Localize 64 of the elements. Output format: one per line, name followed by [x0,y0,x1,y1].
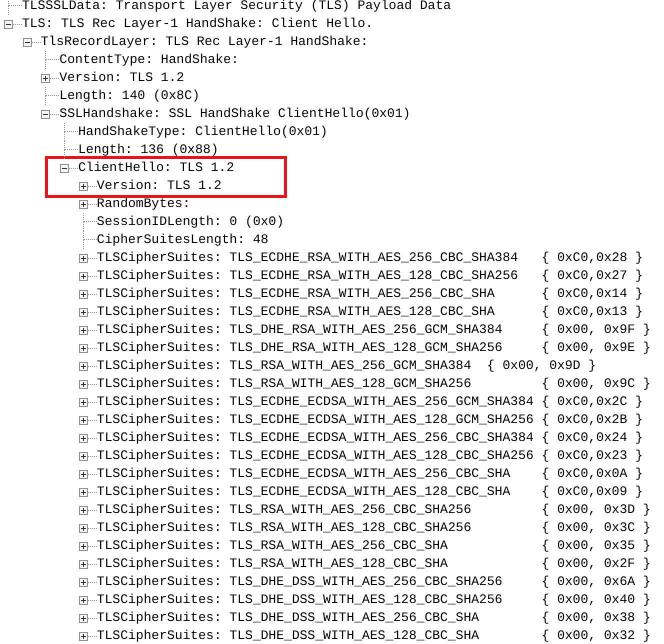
tree-node-label[interactable]: TLSCipherSuites: TLS_DHE_DSS_WITH_AES_128_CBC_SHA { 0x00, 0x32 } [96,627,651,644]
tree-node-label[interactable]: TLSCipherSuites: TLS_ECDHE_RSA_WITH_AES_256_CBC_SHA { 0xC0,0x14 } [96,285,643,303]
tree-node-label[interactable]: TLSCipherSuites: TLS_DHE_DSS_WITH_AES_256_CBC_SHA256 { 0x00, 0x6A } [96,573,651,591]
plus-box-icon[interactable] [78,506,88,514]
plus-box-icon[interactable] [78,398,88,406]
plus-box-icon[interactable] [78,290,88,298]
tree-node-label[interactable]: TLSCipherSuites: TLS_DHE_RSA_WITH_AES_256_GCM_SHA384 { 0x00, 0x9F } [96,321,651,339]
tree-node-label[interactable]: TLSCipherSuites: TLS_ECDHE_ECDSA_WITH_AES_256_CBC_SHA384 { 0xC0,0x24 } [96,429,643,447]
plus-box-icon[interactable] [78,560,88,568]
tree-node-label[interactable]: TLSCipherSuites: TLS_DHE_DSS_WITH_AES_128_CBC_SHA256 { 0x00, 0x40 } [96,591,651,609]
minus-box-icon[interactable] [41,110,50,118]
plus-box-icon[interactable] [41,74,50,82]
tree-node-label[interactable]: TLSCipherSuites: TLS_ECDHE_RSA_WITH_AES_256_CBC_SHA384 { 0xC0,0x28 } [96,249,643,267]
plus-box-icon[interactable] [78,362,88,370]
minus-box-icon[interactable] [22,38,32,46]
tree-node-label[interactable]: TLS: TLS Rec Layer-1 HandShake: Client Hello. [22,15,374,33]
tree-node-label[interactable]: TLSCipherSuites: TLS_DHE_RSA_WITH_AES_128_GCM_SHA256 { 0x00, 0x9E } [96,339,651,357]
plus-box-icon[interactable] [78,254,88,262]
tree-node-label[interactable]: ClientHello: TLS 1.2 [78,159,234,177]
plus-box-icon[interactable] [78,596,88,604]
tree-node-label[interactable]: TLSCipherSuites: TLS_RSA_WITH_AES_128_GCM_SHA256 { 0x00, 0x9C } [96,375,651,393]
tree-node-label[interactable]: Length: 136 (0x88) [78,141,219,159]
tree-node-label[interactable]: TLSCipherSuites: TLS_ECDHE_ECDSA_WITH_AES_128_CBC_SHA { 0xC0,0x09 } [96,483,643,501]
tree-node-label[interactable]: TLSCipherSuites: TLS_RSA_WITH_AES_256_GCM_SHA384 { 0x00, 0x9D } [96,357,596,375]
tree-node-label[interactable]: Length: 140 (0x8C) [59,87,200,105]
tree-node-label[interactable]: TLSCipherSuites: TLS_DHE_DSS_WITH_AES_256_CBC_SHA { 0x00, 0x38 } [96,609,651,627]
plus-box-icon[interactable] [78,380,88,388]
plus-box-icon[interactable] [78,308,88,316]
tree-node-label[interactable]: TLSCipherSuites: TLS_RSA_WITH_AES_128_CBC_SHA { 0x00, 0x2F } [96,555,651,573]
plus-box-icon[interactable] [78,542,88,550]
tree-node-label[interactable]: HandShakeType: ClientHello(0x01) [78,123,328,141]
plus-box-icon[interactable] [78,272,88,280]
plus-box-icon[interactable] [78,578,88,586]
tree-node-label[interactable]: TLSCipherSuites: TLS_RSA_WITH_AES_256_CBC_SHA { 0x00, 0x35 } [96,537,651,555]
plus-box-icon[interactable] [78,614,88,622]
tree-node-label[interactable]: Version: TLS 1.2 [59,69,184,87]
tree-node-label[interactable]: TLSCipherSuites: TLS_ECDHE_ECDSA_WITH_AES_256_CBC_SHA { 0xC0,0x0A } [96,465,643,483]
plus-box-icon[interactable] [78,200,88,208]
tree-node-label[interactable]: TlsRecordLayer: TLS Rec Layer-1 HandShake: [40,33,368,51]
plus-box-icon[interactable] [78,524,88,532]
plus-box-icon[interactable] [78,416,88,424]
plus-box-icon[interactable] [78,632,88,640]
tree-node-label[interactable]: SessionIDLength: 0 (0x0) [96,213,284,231]
plus-box-icon[interactable] [78,182,88,190]
plus-box-icon[interactable] [78,434,88,442]
tree-node-label[interactable]: ContentType: HandShake: [59,51,239,69]
tree-node-label[interactable]: Version: TLS 1.2 [96,177,222,195]
tree-node-label[interactable]: SSLHandshake: SSL HandShake ClientHello(0x01) [59,105,410,123]
minus-box-icon[interactable] [4,20,13,28]
plus-box-icon[interactable] [78,470,88,478]
tree-node-label[interactable]: TLSCipherSuites: TLS_RSA_WITH_AES_128_CBC_SHA256 { 0x00, 0x3C } [96,519,651,537]
tree-node-label[interactable]: TLSCipherSuites: TLS_ECDHE_ECDSA_WITH_AES_128_GCM_SHA256 { 0xC0,0x2B } [96,411,643,429]
plus-box-icon[interactable] [78,488,88,496]
plus-box-icon[interactable] [78,344,88,352]
tree-node-label[interactable]: CipherSuitesLength: 48 [96,231,268,249]
tree-node-label[interactable]: TLSCipherSuites: TLS_ECDHE_RSA_WITH_AES_128_CBC_SHA { 0xC0,0x13 } [96,303,643,321]
plus-box-icon[interactable] [78,326,88,334]
tree-node-label[interactable]: TLSCipherSuites: TLS_ECDHE_RSA_WITH_AES_128_CBC_SHA256 { 0xC0,0x27 } [96,267,643,285]
tree-node-label[interactable]: TLSCipherSuites: TLS_ECDHE_ECDSA_WITH_AES_256_GCM_SHA384 { 0xC0,0x2C } [96,393,643,411]
tree-node-label[interactable]: RandomBytes: [96,195,190,213]
tree-node-label[interactable]: TLSCipherSuites: TLS_ECDHE_ECDSA_WITH_AES_128_CBC_SHA256 { 0xC0,0x23 } [96,447,643,465]
plus-box-icon[interactable] [78,452,88,460]
tree-node-label[interactable]: TLSCipherSuites: TLS_RSA_WITH_AES_256_CBC_SHA256 { 0x00, 0x3D } [96,501,651,519]
minus-box-icon[interactable] [60,164,70,172]
